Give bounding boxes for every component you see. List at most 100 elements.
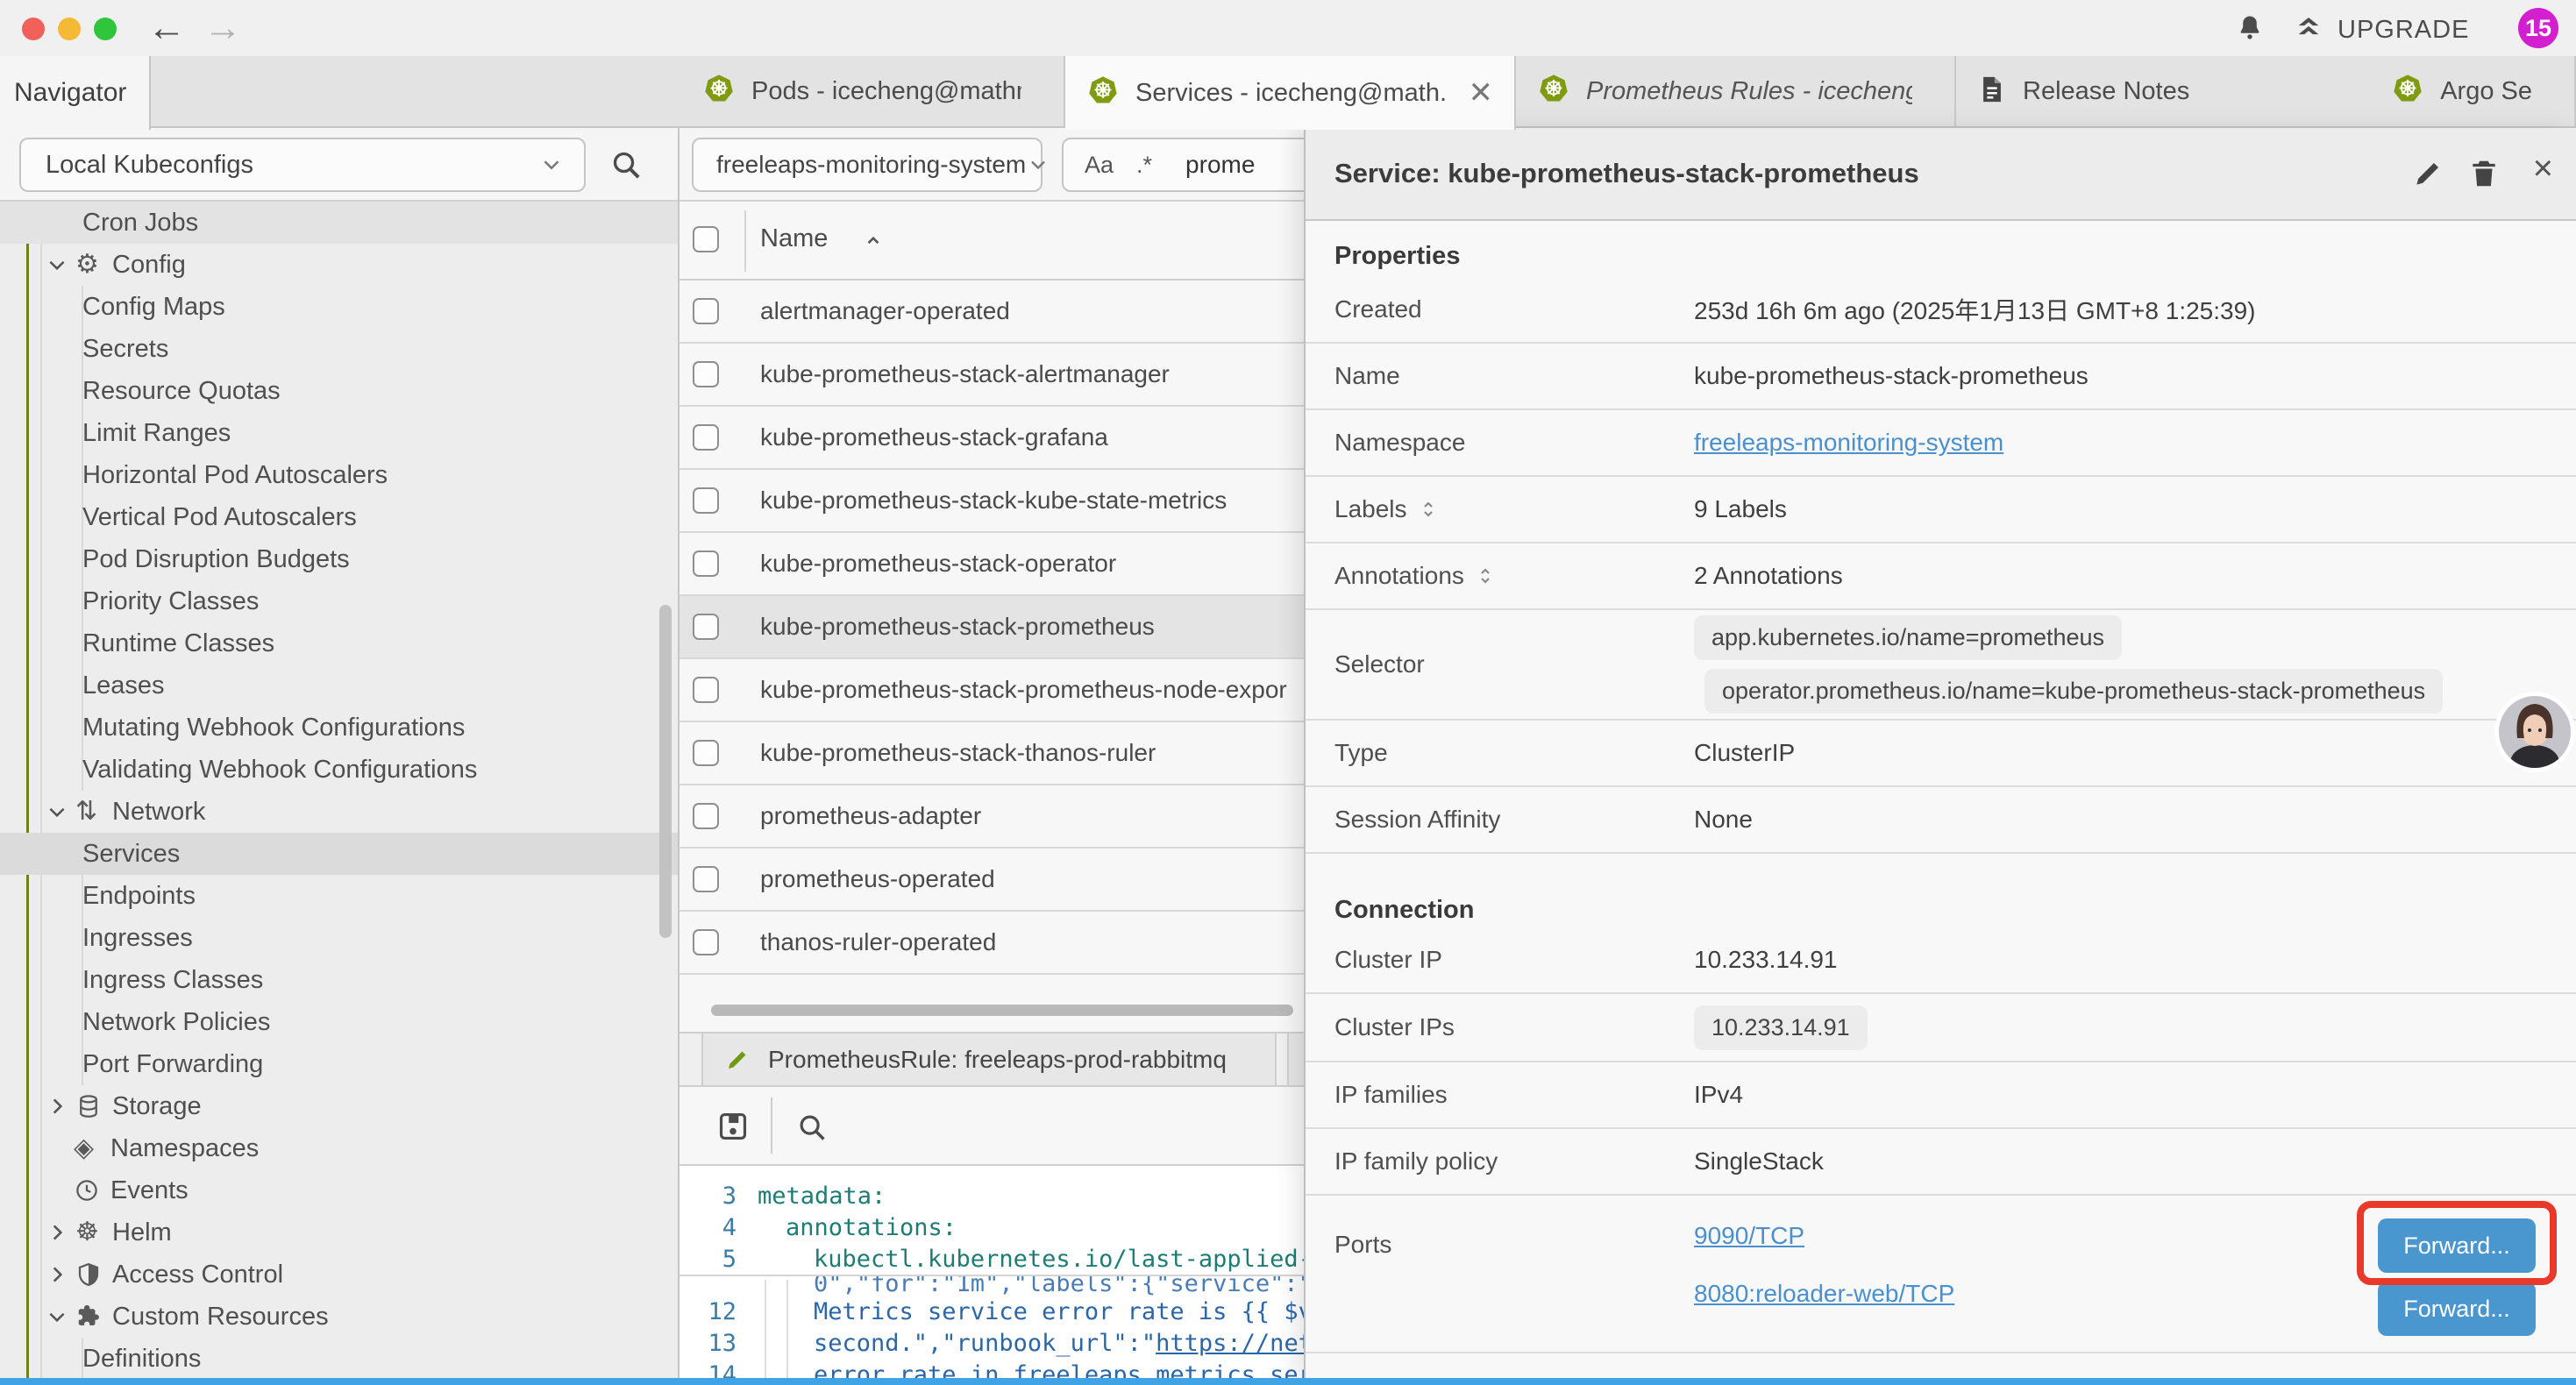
sidebar-item[interactable]: Endpoints xyxy=(0,875,680,917)
sidebar-item[interactable]: ⇅ Network xyxy=(0,791,680,833)
runbook-url-link[interactable]: https://net xyxy=(1156,1330,1306,1357)
kubeconfig-select[interactable]: Local Kubeconfigs xyxy=(19,138,586,192)
table-row[interactable]: kube-prometheus-stack-grafana xyxy=(680,407,1306,470)
table-row[interactable]: thanos-ruler-operated xyxy=(680,912,1306,975)
table-row[interactable]: kube-prometheus-stack-operator xyxy=(680,533,1306,596)
sidebar-item[interactable]: Custom Resources xyxy=(0,1296,680,1338)
close-icon[interactable]: × xyxy=(2533,149,2553,188)
editor-tab[interactable]: PrometheusRule: freeleaps-prod-rabbitmq xyxy=(701,1033,1277,1085)
horizontal-scrollbar[interactable] xyxy=(711,1005,1293,1016)
chevron-icon[interactable] xyxy=(46,253,75,276)
table-row[interactable]: prometheus-adapter xyxy=(680,785,1306,849)
detail-row: Name kube-prometheus-stack-prometheus xyxy=(1306,344,2576,410)
forward-button[interactable]: Forward... xyxy=(2378,1218,2536,1273)
sidebar-item[interactable]: ☸ Helm xyxy=(0,1211,680,1254)
tab[interactable]: Release Notes xyxy=(1956,56,2370,126)
table-row[interactable]: kube-prometheus-stack-kube-state-metrics xyxy=(680,470,1306,533)
back-arrow-icon[interactable]: ← xyxy=(147,2,186,54)
table-row[interactable]: kube-prometheus-stack-thanos-ruler xyxy=(680,722,1306,785)
save-icon[interactable] xyxy=(716,1110,750,1147)
row-checkbox[interactable] xyxy=(693,298,719,324)
sidebar-item[interactable]: Events xyxy=(0,1169,680,1211)
row-checkbox[interactable] xyxy=(693,677,719,703)
sidebar-item[interactable]: Access Control xyxy=(0,1254,680,1296)
sidebar-item[interactable]: Runtime Classes xyxy=(0,622,680,664)
sidebar-item[interactable]: Ingresses xyxy=(0,917,680,959)
sidebar-item[interactable]: Mutating Webhook Configurations xyxy=(0,707,680,749)
row-checkbox[interactable] xyxy=(693,740,719,766)
edit-pencil-icon[interactable] xyxy=(2411,157,2444,195)
chevron-icon[interactable] xyxy=(46,1221,75,1244)
tab[interactable]: Pods - icecheng@mathmas... xyxy=(681,56,1065,126)
sidebar-item[interactable]: Secrets xyxy=(0,328,680,370)
sidebar-item[interactable]: ◈ Namespaces xyxy=(0,1127,680,1169)
sidebar-item[interactable]: Cron Jobs xyxy=(0,202,680,244)
sidebar-scrollbar[interactable] xyxy=(659,605,672,938)
window-zoom-button[interactable] xyxy=(94,18,117,40)
match-case-toggle[interactable]: Aa xyxy=(1085,152,1114,179)
sidebar-item[interactable]: Priority Classes xyxy=(0,580,680,622)
row-checkbox[interactable] xyxy=(693,424,719,451)
namespace-select[interactable]: freeleaps-monitoring-system xyxy=(692,138,1042,192)
table-row[interactable]: kube-prometheus-stack-alertmanager xyxy=(680,344,1306,407)
bell-icon[interactable] xyxy=(2234,12,2266,48)
row-checkbox[interactable] xyxy=(693,614,719,640)
name-value: kube-prometheus-stack-prometheus xyxy=(1694,362,2576,390)
forward-button[interactable]: Forward... xyxy=(2378,1282,2536,1336)
expand-toggle-icon[interactable] xyxy=(1475,565,1496,586)
sidebar-item[interactable]: Config Maps xyxy=(0,286,680,328)
sidebar-item[interactable]: Pod Disruption Budgets xyxy=(0,538,680,580)
search-icon[interactable] xyxy=(608,147,644,187)
sidebar-item[interactable]: Network Policies xyxy=(0,1001,680,1043)
sidebar-item[interactable]: Services xyxy=(0,833,680,875)
search-input[interactable]: Aa .* prome xyxy=(1062,138,1306,192)
sidebar-item[interactable]: Vertical Pod Autoscalers xyxy=(0,496,680,538)
forward-arrow-icon[interactable]: → xyxy=(203,2,242,54)
name-column-header[interactable]: Name xyxy=(760,224,828,253)
window-close-button[interactable] xyxy=(22,18,45,40)
table-row[interactable]: alertmanager-operated xyxy=(680,281,1306,344)
expand-toggle-icon[interactable] xyxy=(1418,499,1439,520)
trash-icon[interactable] xyxy=(2467,157,2501,195)
close-icon[interactable]: ✕ xyxy=(1469,75,1494,110)
sidebar-item[interactable]: Resource Quotas xyxy=(0,370,680,412)
row-checkbox[interactable] xyxy=(693,929,719,955)
row-checkbox[interactable] xyxy=(693,361,719,387)
sidebar-item[interactable]: Definitions xyxy=(0,1338,680,1378)
sidebar-item[interactable]: Storage xyxy=(0,1085,680,1127)
tab[interactable]: Argo Se xyxy=(2370,56,2576,126)
table-row[interactable]: kube-prometheus-stack-prometheus-node-ex… xyxy=(680,659,1306,722)
table-row[interactable]: prometheus-operated xyxy=(680,849,1306,912)
sidebar-item[interactable]: Leases xyxy=(0,664,680,707)
sidebar-item[interactable]: Port Forwarding xyxy=(0,1043,680,1085)
chevron-icon[interactable] xyxy=(46,1095,75,1118)
search-icon[interactable] xyxy=(795,1111,829,1148)
avatar[interactable] xyxy=(2494,691,2576,778)
chevron-icon[interactable] xyxy=(46,1263,75,1286)
yaml-editor[interactable]: 3 metadata: 4 annotations: 5 kubectl.kub… xyxy=(680,1166,1306,1378)
editor-tab[interactable] xyxy=(1287,1033,1306,1085)
sidebar-item[interactable]: Ingress Classes xyxy=(0,959,680,1001)
chevron-icon[interactable] xyxy=(46,800,75,823)
chevron-icon[interactable] xyxy=(46,1305,75,1328)
navigator-panel-tab[interactable]: Navigator xyxy=(0,56,151,130)
upgrade-button[interactable]: UPGRADE xyxy=(2292,13,2469,47)
row-checkbox[interactable] xyxy=(693,866,719,892)
selector-chip: operator.prometheus.io/name=kube-prometh… xyxy=(1704,669,2443,714)
sidebar-item[interactable]: ⚙ Config xyxy=(0,244,680,286)
sidebar-item[interactable]: Validating Webhook Configurations xyxy=(0,749,680,791)
sidebar-item[interactable]: Horizontal Pod Autoscalers xyxy=(0,454,680,496)
namespace-link[interactable]: freeleaps-monitoring-system xyxy=(1694,429,2003,456)
regex-toggle[interactable]: .* xyxy=(1136,152,1152,179)
row-checkbox[interactable] xyxy=(693,550,719,577)
select-all-checkbox[interactable] xyxy=(693,226,719,252)
tab[interactable]: Prometheus Rules - icecheng... xyxy=(1516,56,1956,126)
tab[interactable]: Services - icecheng@math... ✕ xyxy=(1065,56,1516,130)
window-minimize-button[interactable] xyxy=(58,18,81,40)
row-checkbox[interactable] xyxy=(693,487,719,514)
notification-badge[interactable]: 15 xyxy=(2518,8,2558,48)
table-row[interactable]: kube-prometheus-stack-prometheus xyxy=(680,596,1306,659)
sort-ascending-icon[interactable] xyxy=(862,230,885,257)
sidebar-item[interactable]: Limit Ranges xyxy=(0,412,680,454)
row-checkbox[interactable] xyxy=(693,803,719,829)
